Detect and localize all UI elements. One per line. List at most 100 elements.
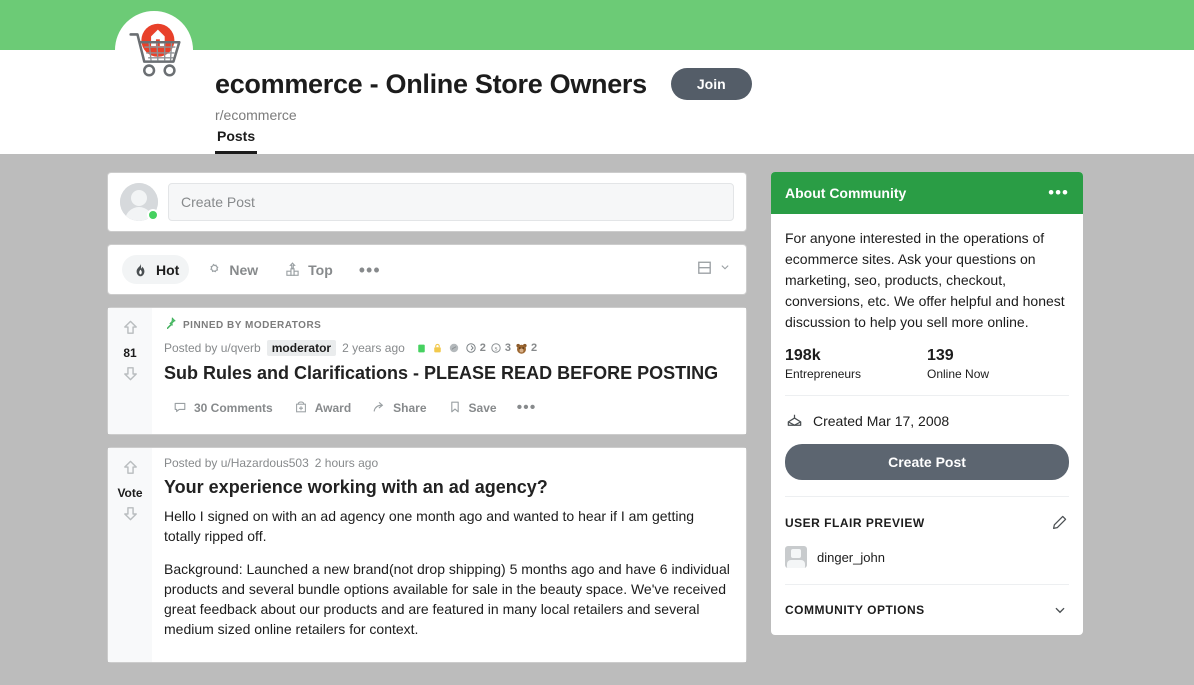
share-arrow-icon [371,399,387,418]
downvote-button[interactable] [121,504,140,528]
post-meta: Posted by u/qverb moderator 2 years ago [164,340,734,356]
post-timestamp: 2 years ago [342,341,405,355]
post-card: 81 [107,307,747,435]
online-status-dot [147,209,159,221]
upvote-button[interactable] [121,318,140,342]
page-title: ecommerce - Online Store Owners [215,69,647,100]
sort-bar-card: Hot New [107,244,747,295]
main-column: Hot New [107,172,747,675]
comments-label: 30 Comments [194,401,273,415]
create-post-input[interactable] [168,183,734,221]
tab-posts[interactable]: Posts [215,122,257,154]
upvote-button[interactable] [121,458,140,482]
award-count: 2 [531,342,537,354]
post-actions: 30 Comments Award [164,393,734,424]
green-award[interactable] [415,342,428,355]
sort-tab-new[interactable]: New [195,255,268,284]
card-layout-icon [695,258,714,282]
share-label: Share [393,401,426,415]
post-content: PINNED BY MODERATORS Posted by u/qverb m… [152,308,746,434]
pinned-banner: PINNED BY MODERATORS [164,316,734,334]
moderator-badge: moderator [267,340,336,356]
sidebar-create-post-button[interactable]: Create Post [785,444,1069,480]
user-avatar [120,183,158,221]
content-area: Hot New [107,154,1087,675]
podium-icon [284,261,301,278]
post-meta: Posted by u/Hazardous503 2 hours ago [164,456,734,470]
silver-award[interactable]: S 3 [489,341,511,355]
flair-avatar [785,546,807,568]
vote-count: 81 [123,346,136,360]
bookmark-icon [447,399,463,418]
sort-overflow-button[interactable]: ••• [349,265,391,275]
sort-tab-top[interactable]: Top [274,255,343,284]
join-button[interactable]: Join [671,68,752,100]
svg-text:S: S [494,346,497,352]
downvote-button[interactable] [121,364,140,388]
created-date-row: Created Mar 17, 2008 [785,396,1069,432]
flame-icon [132,261,149,278]
stat-value: 139 [927,347,1069,365]
share-button[interactable]: Share [363,393,434,424]
chevron-down-icon[interactable] [1051,601,1069,619]
community-stats: 198k Entrepreneurs 139 Online Now [785,347,1069,381]
vote-count: Vote [117,486,142,500]
stat-label: Entrepreneurs [785,367,927,381]
community-options-title: COMMUNITY OPTIONS [785,603,925,617]
community-avatar [115,11,193,89]
flair-username: dinger_john [817,550,885,565]
post-content: Posted by u/Hazardous503 2 hours ago You… [152,448,746,662]
about-community-card: About Community ••• For anyone intereste… [771,172,1083,635]
user-flair-title: USER FLAIR PREVIEW [785,516,925,530]
about-community-title: About Community [785,185,906,201]
sort-tab-new-label: New [229,262,258,278]
post-paragraph: Background: Launched a new brand(not dro… [164,559,734,640]
view-layout-dropdown[interactable] [695,258,732,282]
post-author[interactable]: Posted by u/Hazardous503 [164,456,309,470]
stat-label: Online Now [927,367,1069,381]
award-label: Award [315,401,351,415]
post-title[interactable]: Sub Rules and Clarifications - PLEASE RE… [164,362,734,385]
about-overflow-button[interactable]: ••• [1048,189,1069,197]
pin-icon [164,316,177,334]
community-tabs: Posts [215,122,257,154]
user-flair-header: USER FLAIR PREVIEW [785,497,1069,532]
sidebar: About Community ••• For anyone intereste… [771,172,1083,635]
created-date: Created Mar 17, 2008 [813,413,949,429]
post-timestamp: 2 hours ago [315,456,378,470]
community-header: ecommerce - Online Store Owners Join r/e… [0,50,1194,154]
create-post-card [107,172,747,232]
page-root: ecommerce - Online Store Owners Join r/e… [0,0,1194,685]
about-community-header: About Community ••• [771,172,1083,214]
circle-award[interactable]: 2 [464,341,486,355]
award-button[interactable]: Award [285,393,359,424]
vote-column: 81 [108,308,152,434]
stat-online: 139 Online Now [927,347,1069,381]
gift-icon [293,399,309,418]
sort-tab-hot[interactable]: Hot [122,255,189,284]
user-flair-preview: dinger_john [785,532,1069,568]
comment-icon [172,399,188,418]
post-card: Vote Posted by u/Hazardous503 2 hours ag… [107,447,747,663]
post-overflow-button[interactable]: ••• [509,399,545,417]
gray-award[interactable] [447,341,461,355]
stat-value: 198k [785,347,927,365]
sparkle-icon [205,261,222,278]
edit-pencil-icon[interactable] [1050,513,1069,532]
stat-members: 198k Entrepreneurs [785,347,927,381]
award-count: 2 [480,342,486,354]
community-handle: r/ecommerce [215,107,1087,123]
save-button[interactable]: Save [439,393,505,424]
vote-column: Vote [108,448,152,662]
comments-button[interactable]: 30 Comments [164,393,281,424]
award-list: 2 S 3 [415,341,537,356]
post-author[interactable]: Posted by u/qverb [164,341,261,355]
post-title[interactable]: Your experience working with an ad agenc… [164,476,734,499]
sort-tab-hot-label: Hot [156,262,179,278]
pinned-label: PINNED BY MODERATORS [183,320,321,331]
community-options-row[interactable]: COMMUNITY OPTIONS [785,585,1069,621]
bear-award[interactable]: 2 [514,341,537,356]
sort-tab-top-label: Top [308,262,333,278]
gold-lock-award[interactable] [431,342,444,355]
post-paragraph: Hello I signed on with an ad agency one … [164,506,734,547]
